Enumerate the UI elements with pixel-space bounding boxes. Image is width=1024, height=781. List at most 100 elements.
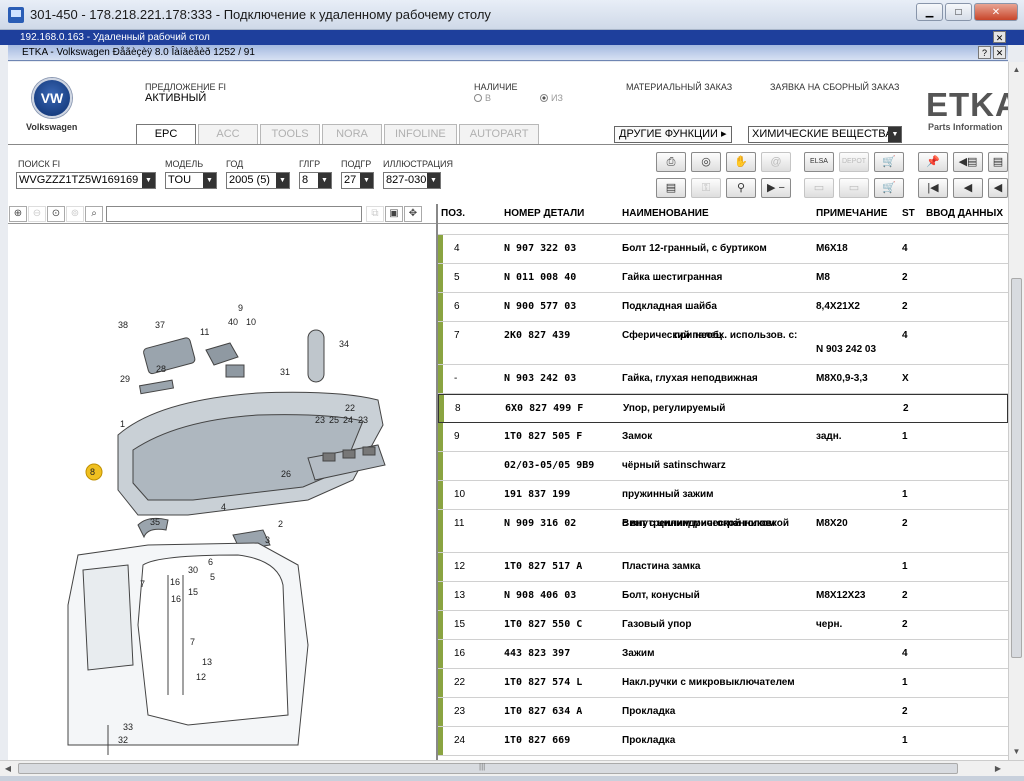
other-functions-button[interactable]: ДРУГИЕ ФУНКЦИИ ▸: [614, 126, 732, 143]
callout-4[interactable]: 4: [221, 502, 226, 512]
callout-24[interactable]: 24: [343, 415, 353, 425]
callout-37[interactable]: 37: [155, 320, 165, 330]
depot-button[interactable]: DEPOT: [839, 152, 869, 172]
callout-28[interactable]: 28: [156, 364, 166, 374]
scroll-right-icon[interactable]: ▶: [990, 761, 1006, 777]
illustration-select[interactable]: 827-030 ▼: [383, 172, 441, 189]
col-name[interactable]: НАИМЕНОВАНИЕ: [622, 208, 709, 219]
callout-26[interactable]: 26: [281, 469, 291, 479]
cd-button[interactable]: ◎: [691, 152, 721, 172]
elsa-button[interactable]: ELSA: [804, 152, 834, 172]
callout-22[interactable]: 22: [345, 403, 355, 413]
material-order-link[interactable]: МАТЕРИАЛЬНЫЙ ЗАКАЗ: [626, 82, 732, 92]
callout-16b[interactable]: 16: [171, 594, 181, 604]
zoom-fit-icon[interactable]: ⊙: [47, 205, 65, 222]
rdp-bar-close-button[interactable]: ✕: [993, 31, 1006, 43]
callout-35[interactable]: 35: [150, 517, 160, 527]
close-button[interactable]: ✕: [974, 3, 1018, 21]
table-row[interactable]: 15 1T0 827 550 C Газовый упор черн. 2: [438, 611, 1008, 640]
table-row[interactable]: 02/03-05/05 9B9 чёрный satinschwarz: [438, 452, 1008, 481]
tab-tools[interactable]: TOOLS: [260, 124, 320, 144]
callout-16a[interactable]: 16: [170, 577, 180, 587]
zoom-selection-icon[interactable]: ⊚: [66, 205, 84, 222]
elsa-secondary-button[interactable]: ▭: [804, 178, 834, 198]
table-row[interactable]: 6 N 900 577 03 Подкладная шайба 8,4X21X2 2: [438, 293, 1008, 322]
cart-button[interactable]: 🛒: [874, 152, 904, 172]
callout-10[interactable]: 10: [246, 317, 256, 327]
table-row[interactable]: 7 2K0 827 439 Сферический палец 4 при необх.…: [438, 322, 1008, 365]
year-select[interactable]: 2005 (5) ▼: [226, 172, 290, 189]
horizontal-scrollbar[interactable]: ◀ ||| ▶: [0, 760, 1024, 776]
table-row[interactable]: 13 N 908 406 03 Болт, конусный M8X12X23 2: [438, 582, 1008, 611]
callout-1[interactable]: 1: [120, 419, 125, 429]
chemicals-select[interactable]: ХИМИЧЕСКИЕ ВЕЩЕСТВА ▼: [748, 126, 902, 143]
callout-33[interactable]: 33: [123, 722, 133, 732]
help-button[interactable]: ?: [978, 46, 991, 59]
minimize-button[interactable]: ▁: [916, 3, 943, 21]
vertical-scroll-thumb[interactable]: [1011, 278, 1022, 658]
search-fi-input[interactable]: WVGZZZ1TZ5W169169 ▼: [16, 172, 156, 189]
first-button[interactable]: |◀: [918, 178, 948, 198]
table-row[interactable]: 22 1T0 827 574 L Накл.ручки с микровыключа…: [438, 669, 1008, 698]
callout-7a[interactable]: 7: [140, 579, 145, 589]
callout-6[interactable]: 6: [208, 557, 213, 567]
table-row[interactable]: 5 N 011 008 40 Гайка шестигранная M8 2: [438, 264, 1008, 293]
depot-secondary-button[interactable]: ▭: [839, 178, 869, 198]
frame-icon[interactable]: ▣: [385, 205, 403, 222]
tab-autopart[interactable]: AUTOPART: [458, 124, 540, 144]
col-input[interactable]: ВВОД ДАННЫХ: [926, 208, 1003, 219]
callout-15[interactable]: 15: [188, 587, 198, 597]
callout-38[interactable]: 38: [118, 320, 128, 330]
table-row[interactable]: 24 1T0 827 669 Прокладка 1: [438, 727, 1008, 756]
col-st[interactable]: ST: [902, 208, 915, 219]
callout-40[interactable]: 40: [228, 317, 238, 327]
bike-button[interactable]: ⚲: [726, 178, 756, 198]
callout-8[interactable]: 8: [90, 467, 95, 477]
scroll-left-icon[interactable]: ◀: [0, 761, 16, 777]
scroll-down-icon[interactable]: ▼: [1009, 744, 1024, 760]
callout-7b[interactable]: 7: [190, 637, 195, 647]
callout-32[interactable]: 32: [118, 735, 128, 745]
col-pos[interactable]: ПОЗ.: [441, 208, 465, 219]
callout-5[interactable]: 5: [210, 572, 215, 582]
prev-page-button[interactable]: ◀▤: [953, 152, 983, 172]
maximize-button[interactable]: □: [945, 3, 972, 21]
callout-3[interactable]: 3: [265, 535, 270, 545]
zoom-out-icon[interactable]: ⊖: [28, 205, 46, 222]
main-group-select[interactable]: 8 ▼: [299, 172, 332, 189]
exploded-view-illustration[interactable]: 38 37 9 11 40 10 34 29 28 31 1 22 23 25 …: [8, 225, 436, 760]
cart-secondary-button[interactable]: 🛒: [874, 178, 904, 198]
col-part-number[interactable]: НОМЕР ДЕТАЛИ: [504, 208, 584, 219]
tab-epc[interactable]: EPC: [136, 124, 196, 145]
callout-23b[interactable]: 23: [358, 415, 368, 425]
callout-25[interactable]: 25: [329, 415, 339, 425]
table-row[interactable]: 12 1T0 827 517 A Пластина замка 1: [438, 553, 1008, 582]
prev-button[interactable]: ◀: [953, 178, 983, 198]
col-note[interactable]: ПРИМЕЧАНИЕ: [816, 208, 887, 219]
table-row[interactable]: 4 N 907 322 03 Болт 12-гранный, с буртиком…: [438, 235, 1008, 264]
callout-23a[interactable]: 23: [315, 415, 325, 425]
expand-icon[interactable]: ✥: [404, 205, 422, 222]
table-row[interactable]: 9 1T0 827 505 F Замок задн. 1: [438, 423, 1008, 452]
callout-29[interactable]: 29: [120, 374, 130, 384]
callout-2[interactable]: 2: [278, 519, 283, 529]
availability-option-in[interactable]: В: [474, 93, 491, 103]
model-select[interactable]: TOU ▼: [165, 172, 217, 189]
illustration-search-input[interactable]: [106, 205, 362, 222]
zoom-in-icon[interactable]: ⊕: [9, 205, 27, 222]
callout-9[interactable]: 9: [238, 303, 243, 313]
callout-12[interactable]: 12: [196, 672, 206, 682]
email-button[interactable]: @: [761, 152, 791, 172]
etka-close-button[interactable]: ✕: [993, 46, 1006, 59]
callout-31[interactable]: 31: [280, 367, 290, 377]
callout-30[interactable]: 30: [188, 565, 198, 575]
table-row[interactable]: 10 191 837 199 пружинный зажим 1: [438, 481, 1008, 510]
key-button[interactable]: ⚿: [691, 178, 721, 198]
callout-13[interactable]: 13: [202, 657, 212, 667]
tab-infoline[interactable]: INFOLINE: [384, 124, 457, 144]
pin-button[interactable]: 📌: [918, 152, 948, 172]
vertical-scrollbar[interactable]: ▲ ▼: [1008, 62, 1024, 760]
sub-group-select[interactable]: 27 ▼: [341, 172, 374, 189]
table-row[interactable]: - N 903 242 03 Гайка, глухая неподвижная M8…: [438, 365, 1008, 394]
table-row[interactable]: 23 1T0 827 634 A Прокладка 2: [438, 698, 1008, 727]
